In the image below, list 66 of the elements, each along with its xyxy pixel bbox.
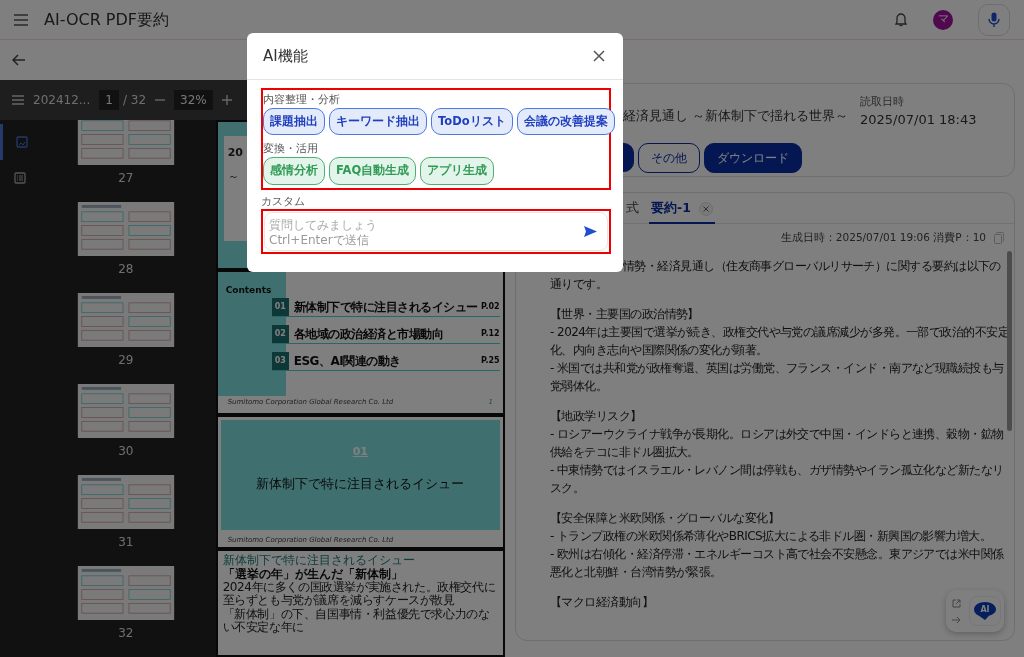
action-chip[interactable]: FAQ自動生成 [329,157,417,185]
contents-page: P.02 [481,300,500,313]
bullet-text: 2024年に多くの国政選挙が実施された。政権交代に至らずとも与党が議席を減らすケースが散見 [222,580,497,608]
page-number: 31 [118,533,134,551]
hint-text: Ctrl+Enterで送信 [269,233,370,247]
summary-line: - 欧州は右傾化・経済停滞・エネルギーコスト高で社会不安懸念。東アジアでは米中関係 [550,545,1004,563]
page-input[interactable]: 1 [99,89,119,110]
section-label: カスタム [261,194,305,207]
summary-line: - トランプ政権の米欧関係希薄化やBRICS拡大による非ドル圏・新興国の影響力増大。 [550,527,992,545]
result-tab[interactable]: 要約-1 [649,195,715,224]
summary-line: - ロシアーウクライナ戦争が長期化。ロシアは外交で中国・インドらと連携、穀物・鉱物 [550,425,1004,443]
summary-line: 【地政学リスク】 [550,407,642,425]
action-chip[interactable]: 会議の改善提案 [516,108,615,136]
action-chip[interactable]: 感情分析 [263,157,325,185]
action-chip[interactable]: ToDoリスト [431,108,513,136]
zoom-level[interactable]: 32% [174,89,213,110]
action-button[interactable]: その他 [638,143,700,174]
result-tab[interactable]: 式 [624,195,641,224]
document-title: 経済見通し ～新体制下で揺れる世界～ [623,107,850,125]
summary-line: 【マクロ経済動向】 [550,593,654,611]
page-heading: 「選挙の年」が生んだ「新体制」 [222,566,403,581]
summary-line: - 米国では共和党が政権奪還、英国は労働党、フランス・インド・南アなど現職続投も与 [550,359,1004,377]
question-field[interactable]: 質問してみましょう Ctrl+Enterで送信 [264,211,608,251]
dialog-title: AI機能 [263,45,308,67]
action-chip[interactable]: キーワード抽出 [329,108,427,136]
section-title: 新体制下で特に注目されるイシュー [256,475,465,494]
date-label: 読取日時 [860,94,905,109]
summary-line: 党弱体化。 [550,377,608,395]
contents-item: 各地域の政治経済と市場動向 [293,325,445,343]
section-label: 変換・活用 [263,142,319,155]
app-title: AI-OCR PDF要約 [44,8,170,31]
action-chip[interactable]: アプリ生成 [420,157,495,185]
action-button[interactable]: ダウンロード [704,143,802,174]
contents-item: 新体制下で特に注目されるイシュー [293,298,479,316]
generation-info: 生成日時：2025/07/01 19:06 消費P：10 [780,230,986,245]
summary-line: 通りです。 [550,275,608,293]
summary-line: 情勢・経済見通し（住友商事グローバルリサーチ）に関する要約は以下の [623,257,1001,275]
action-chip[interactable]: 課題抽出 [263,108,325,136]
cover-title: 20 [227,145,243,159]
summary-line: 供給をテコに非ドル圏拡大。 [550,443,699,461]
summary-line: 【世界・主要国の政治情勢】 [550,305,699,323]
contents-page: P.25 [481,354,500,367]
ai-label: AI [980,604,990,616]
summary-line: 【安全保障と米欧関係・グローバルな変化】 [550,509,779,527]
page-number: 27 [118,169,134,187]
page-total: / 32 [122,91,147,109]
read-date: 2025/07/01 18:43 [860,110,977,129]
page-eyebrow: 新体制下で特に注目されるイシュー [222,552,415,567]
user-avatar[interactable]: マ [933,9,953,30]
cover-subtitle: ～ [227,168,239,185]
summary-line: 化、内向き志向や国際関係の変化が顕著。 [550,341,768,359]
page-number: 28 [118,260,134,278]
summary-line: スク。 [550,479,585,497]
summary-line: 悪化と北朝鮮・台湾情勢が緊張。 [550,563,722,581]
page-number: 32 [118,624,134,642]
page-number: 30 [118,442,134,460]
summary-line: - 中東情勢ではイスラエル・レバノン間は停戦も、ガザ情勢やイラン孤立化など新たなリ [550,461,1004,479]
contents-title: Contents [225,283,273,297]
bullet-text: 「新体制」の下、自国事情・利益優先で求心力のない不安定な年に [222,607,491,635]
section-number: 01 [352,443,368,460]
page-number: 29 [118,351,134,369]
section-label: 内容整理・分析 [263,93,341,105]
contents-item: ESG、AI関連の動き [293,352,402,370]
ai-chat-button[interactable]: AI [969,596,1001,626]
contents-page: P.12 [481,327,500,340]
file-name: 202412... [33,91,91,109]
